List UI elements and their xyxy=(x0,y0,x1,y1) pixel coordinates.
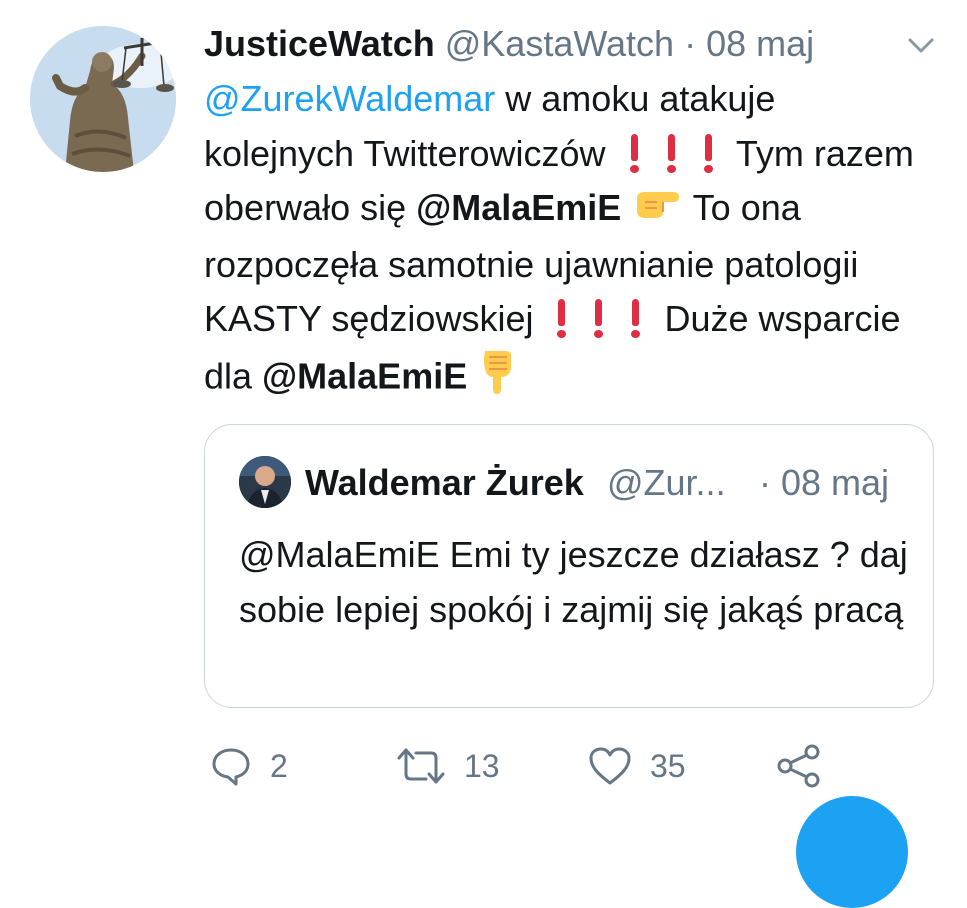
exclamation-icon xyxy=(702,133,715,173)
exclamation-icon xyxy=(592,299,605,339)
author-avatar[interactable] xyxy=(30,26,176,172)
mention-malaemie[interactable]: @MalaEmiE xyxy=(262,355,467,396)
exclamation-icon xyxy=(628,133,641,173)
exclamation-icon xyxy=(629,299,642,339)
pointing-right-icon xyxy=(633,183,681,238)
person-portrait-icon xyxy=(239,456,291,508)
quoted-author-handle[interactable]: @Zur... xyxy=(607,461,726,505)
share-icon xyxy=(777,744,820,788)
heart-icon xyxy=(589,747,631,785)
reply-count: 2 xyxy=(270,747,288,784)
mention-malaemie[interactable]: @MalaEmiE xyxy=(416,187,621,228)
retweet-button[interactable]: 13 xyxy=(396,742,500,790)
author-name[interactable]: JusticeWatch xyxy=(204,23,435,64)
author-handle[interactable]: @KastaWatch xyxy=(445,23,674,64)
quoted-tweet-date[interactable]: · 08 maj xyxy=(759,461,889,505)
quoted-author-name[interactable]: Waldemar Żurek xyxy=(305,461,584,505)
reply-button[interactable]: 2 xyxy=(210,742,288,790)
retweet-icon xyxy=(397,748,445,784)
pointing-down-icon xyxy=(479,347,515,411)
quoted-tweet-card[interactable]: Waldemar Żurek @Zur... · 08 maj @MalaEmi… xyxy=(204,424,934,708)
tweet-header: JusticeWatch @KastaWatch · 08 maj xyxy=(204,22,814,66)
reply-icon xyxy=(212,748,250,786)
tweet-text: @ZurekWaldemar w amoku atakuje kolejnych… xyxy=(204,72,934,410)
tweet-date[interactable]: 08 maj xyxy=(706,23,814,64)
lady-justice-statue-icon xyxy=(30,26,176,172)
mention-zurekwaldemar[interactable]: @ZurekWaldemar xyxy=(204,78,495,119)
quoted-tweet-text: @MalaEmiE Emi ty jeszcze działasz ? daj … xyxy=(239,534,908,630)
share-button[interactable] xyxy=(776,742,822,790)
retweet-count: 13 xyxy=(464,747,500,784)
exclamation-icon xyxy=(555,299,568,339)
chevron-down-icon[interactable] xyxy=(906,36,936,56)
like-count: 35 xyxy=(650,747,686,784)
meta-separator: · xyxy=(684,23,697,64)
quoted-author-avatar[interactable] xyxy=(239,456,291,508)
exclamation-icon xyxy=(665,133,678,173)
like-button[interactable]: 35 xyxy=(588,742,686,790)
